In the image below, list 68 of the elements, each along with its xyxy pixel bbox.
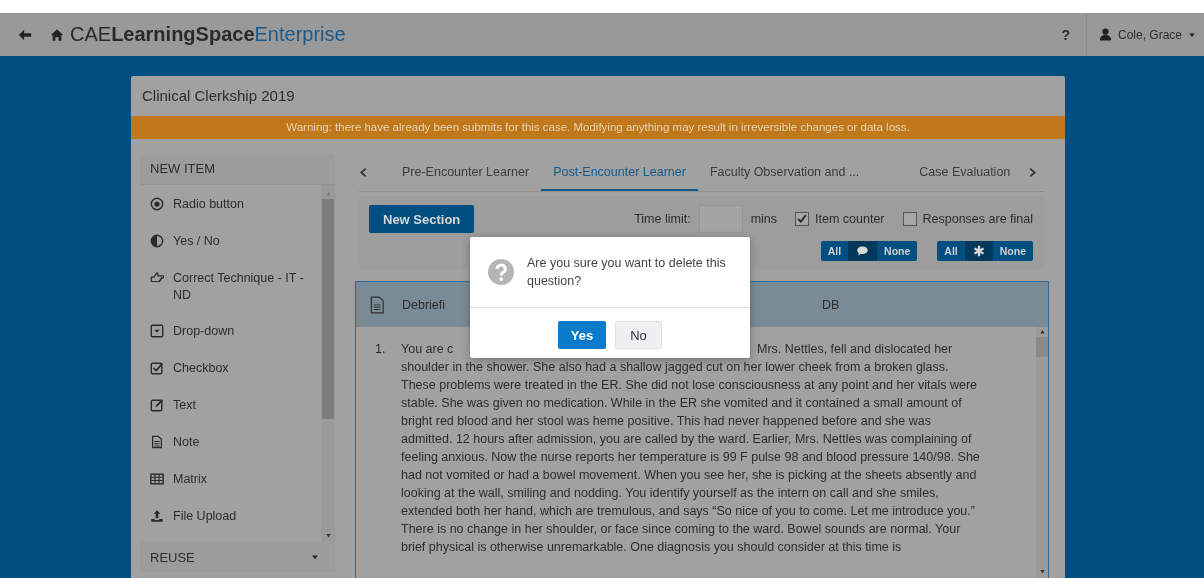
pencil-square-icon (150, 398, 164, 412)
table-icon (150, 472, 164, 486)
new-section-button[interactable]: New Section (369, 205, 475, 233)
all-button[interactable]: All (937, 241, 965, 261)
tab[interactable]: Pre-Encounter Learner (390, 154, 542, 191)
none-button[interactable]: None (992, 241, 1033, 261)
radio-button-icon (150, 197, 164, 211)
toggle-icon-segment[interactable] (964, 241, 993, 261)
page-title: Clinical Clerkship 2019 (141, 86, 296, 106)
none-button[interactable]: None (877, 241, 918, 261)
document-icon (150, 435, 164, 449)
question-text: You are c (401, 341, 455, 358)
sidebar-item[interactable]: Drop-down (140, 323, 321, 360)
help-link[interactable]: ? (1061, 26, 1070, 43)
sidebar-item[interactable]: Matrix (140, 471, 321, 508)
sidebar-item[interactable]: Yes / No (140, 233, 321, 270)
question-number: 1. (375, 341, 387, 358)
sidebar-item[interactable]: Checkbox (140, 360, 321, 397)
checkbox[interactable] (795, 212, 810, 226)
sidebar-item[interactable]: Note (140, 434, 321, 471)
unit-label: mins (750, 212, 778, 226)
chevron-left-icon (359, 166, 368, 179)
tab[interactable]: Faculty Observation and ... (697, 154, 872, 191)
checkbox[interactable] (902, 212, 917, 226)
question-text: shoulder in the shower. She also had a shallow jagged cut on her lower cheek from a broken glass. These problems were treated in the ER. She did not lose consciousness at any point and her vitals were stable. She was given no medication. While in the ER she vomited and it contained a small amount of bright red blood and her stool was heme positive. This had never happened before and she was admitted. 12 hours after admission, you are called by the ward. Earlier, Mrs. Nettles was complaining of feeling anxious. Now the nurse reports her temperature is 99 F pulse 98 and blood pressure 140/98. She had not vomited or had a bowel movement. When you see her, she is picking at the sheets absently and looking at the wall, smiling and nodding. You identify yourself as the intern on call and she smiles, extended both her hand, which are tremulous, and says “So nice of you to come. Let me introduce you.” There is no change in her shoulder, or face since coming to the ward. Bowel sounds are normal. Your brief physical is otherwise unremarkable. One diagnosis you should consider at this time is (401, 359, 981, 556)
home-icon (50, 27, 64, 42)
question-mark-icon (488, 259, 514, 285)
asterisk-icon (972, 245, 985, 257)
speech-bubble-icon (856, 245, 870, 257)
logo-text[interactable]: CAELearningSpaceEnterprise (70, 23, 346, 46)
person-icon (1098, 28, 1112, 41)
column-label: DB (822, 297, 840, 312)
sidebar-item[interactable]: Correct Technique - IT - ND (140, 270, 321, 323)
tab[interactable]: Post-Encounter Learner (541, 154, 698, 191)
card-title: Debriefi (402, 297, 447, 312)
tab[interactable]: Case Evaluation (907, 154, 1023, 191)
sidebar-heading: NEW ITEM (140, 154, 335, 184)
scroll-thumb[interactable] (1036, 337, 1048, 357)
caret-icon (311, 553, 319, 561)
upload-icon (150, 509, 164, 523)
cancel-button[interactable]: No (615, 321, 662, 349)
dropdown-icon (150, 324, 164, 338)
checkbox-label: Responses are final (922, 212, 1033, 226)
warning-banner: Warning: there have already been submits for this case. Modifying anything may result in irreversible changes or data loss. (131, 116, 1065, 139)
document-icon (368, 294, 386, 315)
scrollbar[interactable] (321, 185, 335, 542)
scroll-down-icon (324, 533, 332, 538)
scroll-up-icon (324, 191, 332, 196)
all-button[interactable]: All (820, 241, 849, 261)
scroll-thumb[interactable] (322, 199, 334, 419)
time-limit-label: Time limit: (634, 212, 691, 226)
sidebar-item[interactable]: Text (140, 397, 321, 434)
question-text: Mrs. Nettles, fell and dislocated her (757, 341, 953, 358)
half-circle-icon (150, 234, 164, 248)
scroll-up-icon (1038, 329, 1046, 334)
confirm-button[interactable]: Yes (558, 321, 606, 349)
dialog-message: Are you sure you want to delete this question? (527, 255, 727, 290)
scrollbar[interactable] (1036, 327, 1048, 578)
toggle-icon-segment[interactable] (848, 241, 878, 261)
back-arrow-icon (18, 27, 32, 42)
checkbox-label: Item counter (815, 212, 885, 226)
sidebar-item[interactable]: Radio button (140, 196, 321, 233)
chevron-right-icon (1028, 166, 1038, 179)
scroll-down-icon (1038, 569, 1046, 574)
sidebar-item[interactable]: File Upload (140, 508, 321, 545)
checkbox-icon (150, 361, 164, 375)
pointing-hand-icon (150, 271, 164, 285)
reuse-dropdown[interactable]: REUSE (140, 542, 335, 572)
